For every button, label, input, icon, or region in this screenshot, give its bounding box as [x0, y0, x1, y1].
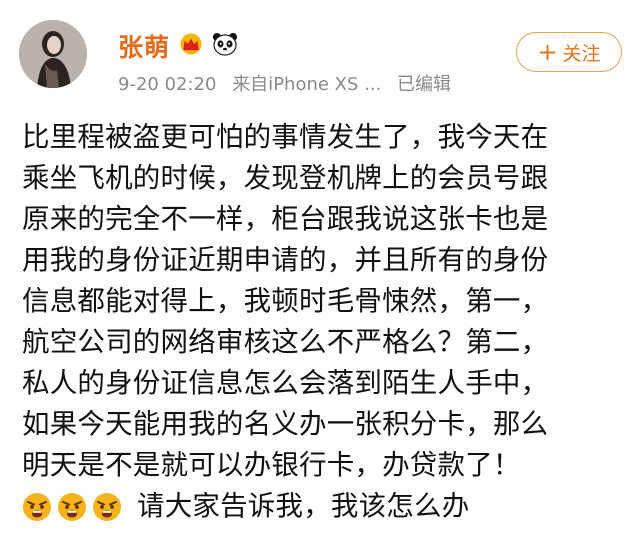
username[interactable]: 张萌	[118, 28, 170, 64]
post-time: 9-20 02:20	[118, 74, 217, 95]
post-body: 比里程被盗更可怕的事情发生了，我今天在 乘坐飞机的时候，发现登机牌上的会员号跟 …	[22, 117, 634, 527]
follow-label: 关注	[562, 42, 601, 65]
post-line: 明天是不是就可以办银行卡，办贷款了！	[22, 449, 521, 481]
crown-icon	[178, 33, 204, 59]
post-line: 用我的身份证近期申请的，并且所有的身份	[22, 244, 549, 276]
plus-icon: +	[537, 38, 558, 66]
angry-face-icon	[57, 492, 87, 522]
angry-face-icon	[92, 492, 122, 522]
post-line: 乘坐飞机的时候，发现登机牌上的会员号跟	[22, 162, 549, 194]
post-line: 信息都能对得上，我顿时毛骨悚然，第一，	[22, 285, 549, 317]
edited-label[interactable]: 已编辑	[397, 74, 451, 95]
angry-face-icon	[22, 492, 52, 522]
post-line: 比里程被盗更可怕的事情发生了，我今天在	[22, 121, 549, 153]
post-line: 私人的身份证信息怎么会落到陌生人手中，	[22, 367, 549, 399]
avatar-image	[19, 20, 87, 88]
name-row: 张萌	[118, 28, 238, 64]
panda-icon	[212, 32, 238, 60]
post-line: 如果今天能用我的名义办一张积分卡，那么	[22, 408, 549, 440]
post-closing-text: 请大家告诉我，我该怎么办	[137, 490, 470, 522]
follow-button[interactable]: + 关注	[516, 32, 622, 72]
post-source: 来自iPhone XS ...	[232, 74, 382, 95]
post-last-line: 请大家告诉我，我该怎么办	[22, 486, 634, 527]
post-meta: 9-20 02:20 来自iPhone XS ... 已编辑	[118, 70, 461, 96]
post-line: 原来的完全不一样，柜台跟我说这张卡也是	[22, 203, 549, 235]
avatar[interactable]	[19, 20, 87, 88]
post-header: 张萌 9-20 02:20 来自iPhone XS ... 已编辑 + 关注	[0, 0, 640, 110]
post-line: 航空公司的网络审核这么不严格么？第二，	[22, 326, 549, 358]
